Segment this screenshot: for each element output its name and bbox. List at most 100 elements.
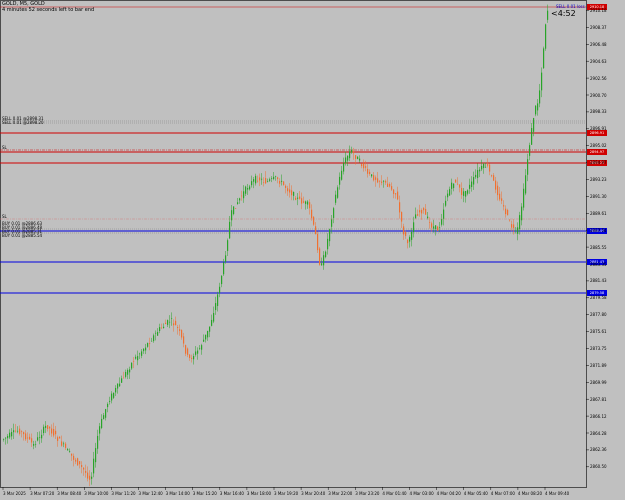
price-axis-label: 2908.37 <box>590 24 607 30</box>
candle-body <box>403 226 405 235</box>
candle-body <box>207 330 209 338</box>
price-axis-label: 2910.18 <box>590 8 607 13</box>
candle-body <box>283 181 285 185</box>
candle-body <box>491 175 493 177</box>
candle-body <box>203 339 205 342</box>
candle-body <box>541 72 543 91</box>
candle-body <box>213 313 215 322</box>
sell-order-label-2[interactable]: SELL 0.01 @2898.20 <box>2 121 44 125</box>
candle-body <box>311 209 313 219</box>
candle-body <box>335 194 337 203</box>
candle-body <box>351 149 353 153</box>
candle-body <box>9 432 11 438</box>
time-axis-label: 4 Mar 09:40 <box>545 491 570 496</box>
candle-body <box>41 434 43 439</box>
candle-body <box>119 383 121 387</box>
candle-body <box>73 455 75 460</box>
candle-body <box>91 476 93 479</box>
candle-body <box>105 409 107 418</box>
candle-body <box>233 206 235 215</box>
candle-body <box>37 437 39 441</box>
candle-body <box>11 432 13 437</box>
candle-body <box>169 321 171 323</box>
time-axis-label: 3 Mar 23:20 <box>355 491 380 496</box>
price-axis-label: 2866.12 <box>590 413 607 419</box>
candle-body <box>271 178 273 179</box>
candle-body <box>227 240 229 251</box>
candle-body <box>429 222 431 223</box>
price-tag-red-2: 2894.97 <box>587 149 607 155</box>
time-axis-label: 3 Mar 19:20 <box>274 491 299 496</box>
candle-body <box>441 219 443 225</box>
candle-body <box>115 388 117 393</box>
candle-body <box>141 351 143 356</box>
candle-body <box>185 345 187 354</box>
price-axis-label: 2860.50 <box>590 464 607 470</box>
price-axis-label: 2867.81 <box>590 396 607 402</box>
candle-body <box>383 180 385 182</box>
candle-body <box>367 168 369 174</box>
candle-body <box>191 357 193 359</box>
price-axis-label: 2864.28 <box>590 430 607 436</box>
price-chart[interactable] <box>0 0 625 500</box>
candle-body <box>415 214 417 219</box>
candle-body <box>159 327 161 332</box>
candle-body <box>215 303 217 311</box>
buy-order-label-4[interactable]: BUY 0.01 @2885.54 <box>2 234 42 238</box>
candle-body <box>131 362 133 369</box>
candle-body <box>53 429 55 436</box>
candle-body <box>437 226 439 231</box>
sl-upper-label[interactable]: SL <box>2 146 7 150</box>
candle-body <box>35 443 37 445</box>
candle-body <box>357 156 359 160</box>
candle-body <box>315 226 317 235</box>
candle-body <box>467 190 469 194</box>
candle-body <box>49 426 51 429</box>
candle-body <box>539 90 541 104</box>
candle-body <box>65 443 67 448</box>
candle-body <box>57 437 59 441</box>
candle-body <box>107 403 109 408</box>
candle-body <box>249 186 251 190</box>
candle-body <box>103 415 105 420</box>
candle-body <box>529 145 531 156</box>
candle-body <box>495 180 497 190</box>
time-axis-label: 4 Mar 03:00 <box>409 491 434 496</box>
candle-body <box>231 210 233 221</box>
chart-frame <box>0 0 587 488</box>
candle-body <box>395 193 397 195</box>
sl-lower-label[interactable]: SL <box>2 215 7 219</box>
candle-body <box>419 210 421 213</box>
candle-body <box>431 223 433 228</box>
candle-body <box>241 195 243 197</box>
candle-body <box>485 166 487 168</box>
candle-body <box>543 48 545 69</box>
candle-body <box>323 255 325 266</box>
candle-body <box>205 334 207 340</box>
candle-body <box>373 175 375 181</box>
candle-body <box>321 263 323 266</box>
candle-body <box>137 356 139 361</box>
time-axis-label: 3 Mar 14:00 <box>165 491 190 496</box>
price-axis-label: 2869.99 <box>590 379 607 385</box>
time-axis-label: 4 Mar 07:00 <box>490 491 515 496</box>
candle-body <box>359 158 361 161</box>
time-axis-label: 4 Mar 05:40 <box>463 491 488 496</box>
candle-body <box>521 206 523 221</box>
candle-body <box>407 239 409 244</box>
candle-body <box>527 159 529 175</box>
candle-body <box>451 182 453 189</box>
time-axis-label: 3 Mar 11:20 <box>111 491 136 496</box>
candle-body <box>59 436 61 439</box>
candle-body <box>333 208 335 218</box>
candle-body <box>51 428 53 434</box>
price-axis-label: 2893.23 <box>590 177 607 182</box>
candle-body <box>457 183 459 185</box>
candle-body <box>507 209 509 216</box>
candle-body <box>381 181 383 183</box>
candle-body <box>319 248 321 265</box>
candle-body <box>85 470 87 473</box>
candle-body <box>195 351 197 355</box>
candle-body <box>409 237 411 242</box>
candle-body <box>375 177 377 180</box>
